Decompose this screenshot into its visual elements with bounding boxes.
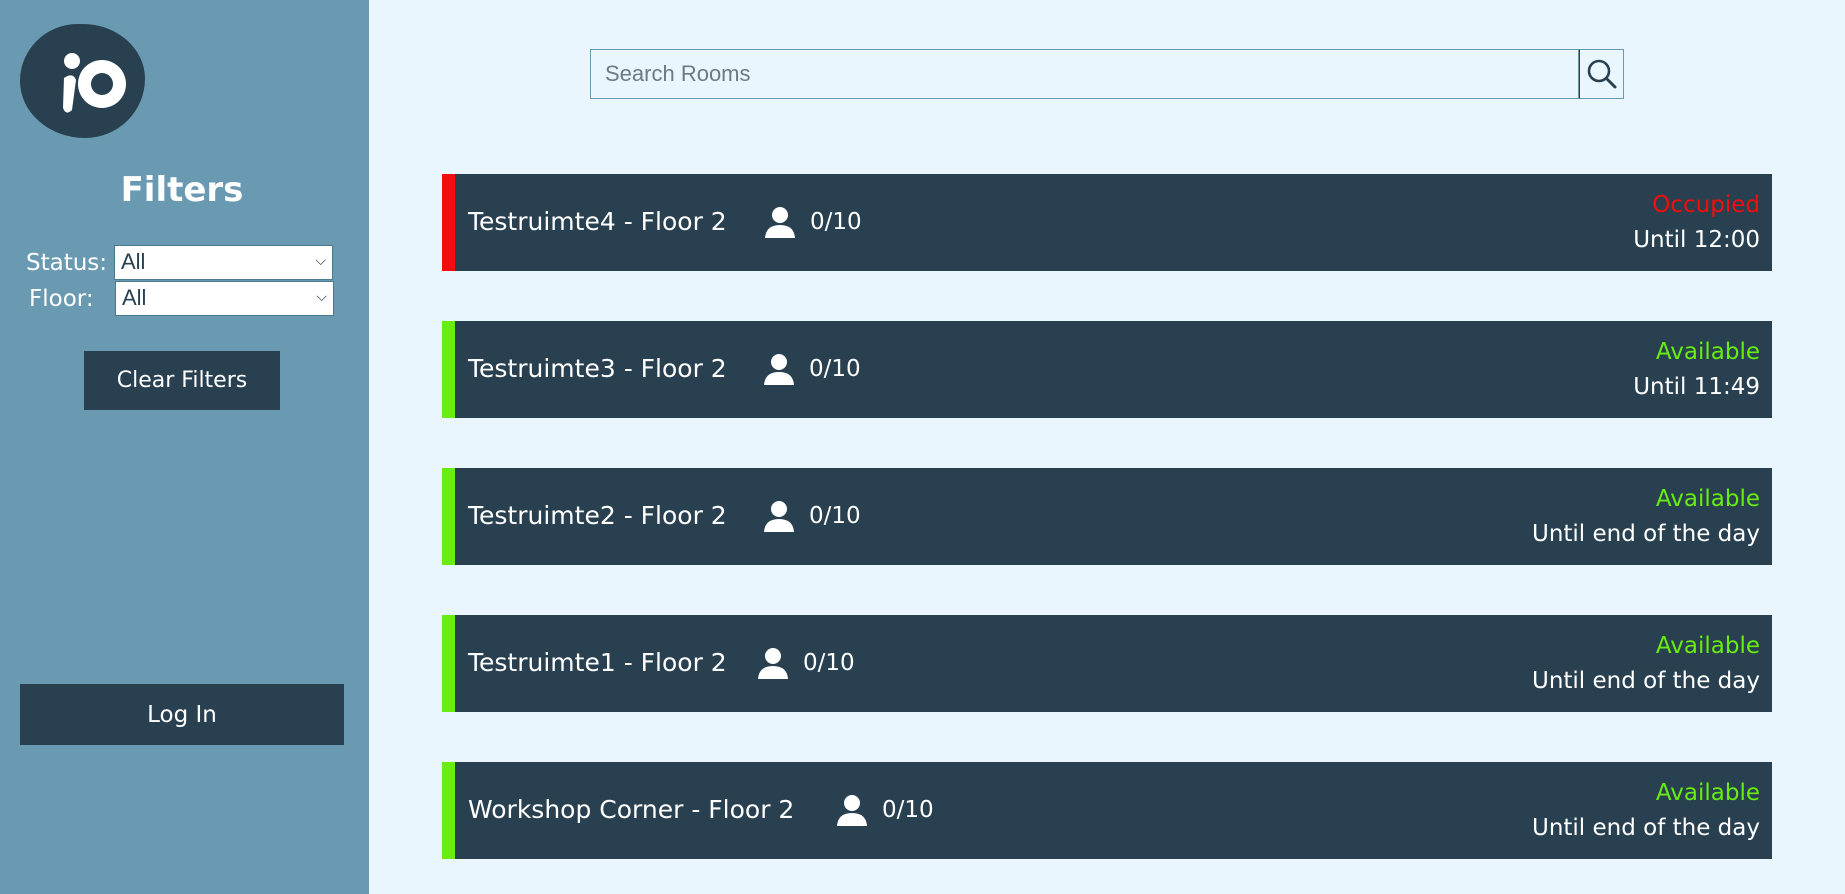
status-select-value: All: [121, 249, 146, 274]
occupancy-count: 0/10: [809, 356, 861, 382]
room-status: Available: [1655, 339, 1760, 365]
clear-filters-button[interactable]: Clear Filters: [84, 351, 280, 410]
person-icon: [758, 648, 788, 679]
floor-select-value: All: [122, 285, 147, 310]
room-status: Available: [1655, 633, 1760, 659]
person-icon: [764, 501, 794, 532]
occupancy-count: 0/10: [803, 650, 855, 676]
occupancy: 0/10: [755, 645, 855, 681]
room-name: Testruimte2 - Floor 2: [468, 501, 727, 530]
chevron-down-icon: ⌵: [315, 252, 326, 268]
room-name: Testruimte1 - Floor 2: [468, 648, 727, 677]
room-card[interactable]: Workshop Corner - Floor 2 0/10 Available…: [442, 762, 1772, 859]
login-button[interactable]: Log In: [20, 684, 344, 745]
filters-title: Filters: [120, 170, 244, 210]
status-select[interactable]: All ⌵: [114, 245, 333, 280]
occupancy-count: 0/10: [809, 503, 861, 529]
room-status: Occupied: [1652, 192, 1760, 218]
search-icon: [1587, 59, 1617, 89]
room-name: Testruimte4 - Floor 2: [468, 207, 727, 236]
status-indicator-bar: [442, 468, 455, 565]
occupancy: 0/10: [761, 351, 861, 387]
room-card[interactable]: Testruimte4 - Floor 2 0/10 Occupied Unti…: [442, 174, 1772, 271]
status-indicator-bar: [442, 762, 455, 859]
person-icon: [764, 354, 794, 385]
occupancy-count: 0/10: [882, 797, 934, 823]
search-bar: [590, 49, 1624, 99]
person-icon: [765, 207, 795, 238]
room-card[interactable]: Testruimte2 - Floor 2 0/10 Available Unt…: [442, 468, 1772, 565]
status-indicator-bar: [442, 615, 455, 712]
room-card[interactable]: Testruimte3 - Floor 2 0/10 Available Unt…: [442, 321, 1772, 418]
status-indicator-bar: [442, 174, 455, 271]
room-until: Until 11:49: [1633, 374, 1760, 400]
occupancy: 0/10: [834, 792, 934, 828]
status-label: Status:: [26, 249, 108, 276]
room-status: Available: [1655, 486, 1760, 512]
occupancy: 0/10: [762, 204, 862, 240]
sidebar: Filters Status: All ⌵ Floor: All ⌵ Clear…: [0, 0, 369, 894]
status-filter-row: Status: All ⌵: [26, 245, 333, 280]
room-name: Testruimte3 - Floor 2: [468, 354, 727, 383]
room-card[interactable]: Testruimte1 - Floor 2 0/10 Available Unt…: [442, 615, 1772, 712]
occupancy-count: 0/10: [810, 209, 862, 235]
room-until: Until end of the day: [1531, 668, 1760, 694]
floor-filter-row: Floor: All ⌵: [29, 281, 334, 316]
chevron-down-icon: ⌵: [316, 288, 327, 304]
room-until: Until end of the day: [1531, 521, 1760, 547]
room-status: Available: [1655, 780, 1760, 806]
floor-label: Floor:: [29, 285, 94, 312]
room-until: Until end of the day: [1531, 815, 1760, 841]
io-logo-icon[interactable]: [20, 24, 145, 138]
search-button[interactable]: [1579, 49, 1624, 99]
person-icon: [837, 795, 867, 826]
status-indicator-bar: [442, 321, 455, 418]
occupancy: 0/10: [761, 498, 861, 534]
room-until: Until 12:00: [1633, 227, 1760, 253]
room-name: Workshop Corner - Floor 2: [468, 795, 795, 824]
floor-select[interactable]: All ⌵: [115, 281, 334, 316]
search-input[interactable]: [590, 49, 1580, 99]
